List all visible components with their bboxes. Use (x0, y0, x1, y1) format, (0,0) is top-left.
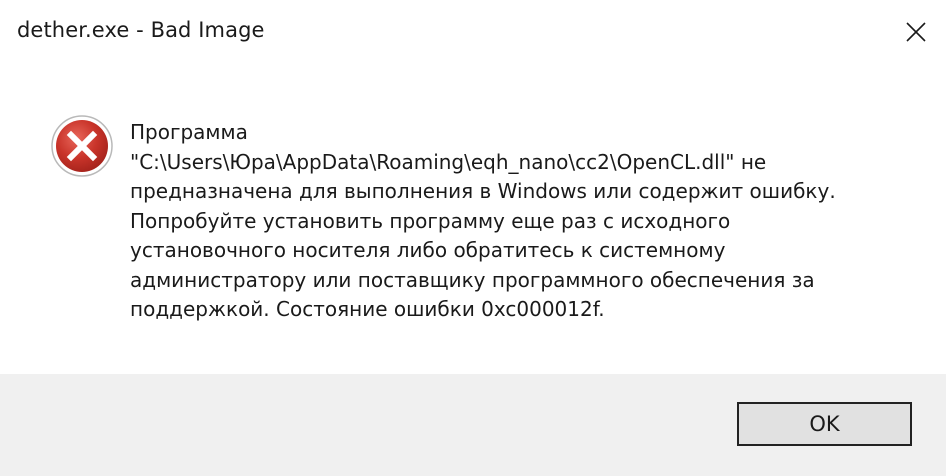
error-message: Программа "C:\Users\Юра\AppData\Roaming\… (130, 118, 920, 325)
title-bar: dether.exe - Bad Image (0, 0, 946, 64)
close-button[interactable] (892, 10, 940, 54)
dialog-content: Программа "C:\Users\Юра\AppData\Roaming\… (0, 64, 946, 374)
message-line: Попробуйте установить программу еще раз … (130, 208, 731, 233)
error-icon (50, 114, 114, 178)
message-line: поддержкой. Состояние ошибки 0xc000012f. (130, 297, 605, 321)
error-dialog: dether.exe - Bad Image Программа "C:\Use… (0, 0, 946, 476)
button-bar: OK (0, 374, 946, 476)
message-line: предназначена для выполнения в Windows и… (130, 179, 836, 203)
window-title: dether.exe - Bad Image (17, 18, 265, 42)
message-line: администратору или поставщику программно… (130, 267, 815, 292)
close-icon (906, 22, 926, 42)
ok-button[interactable]: OK (737, 402, 912, 446)
message-line: Программа (130, 120, 248, 144)
message-line: установочного носителя либо обратитесь к… (130, 238, 726, 262)
message-line: "C:\Users\Юра\AppData\Roaming\eqh_nano\c… (130, 149, 767, 174)
